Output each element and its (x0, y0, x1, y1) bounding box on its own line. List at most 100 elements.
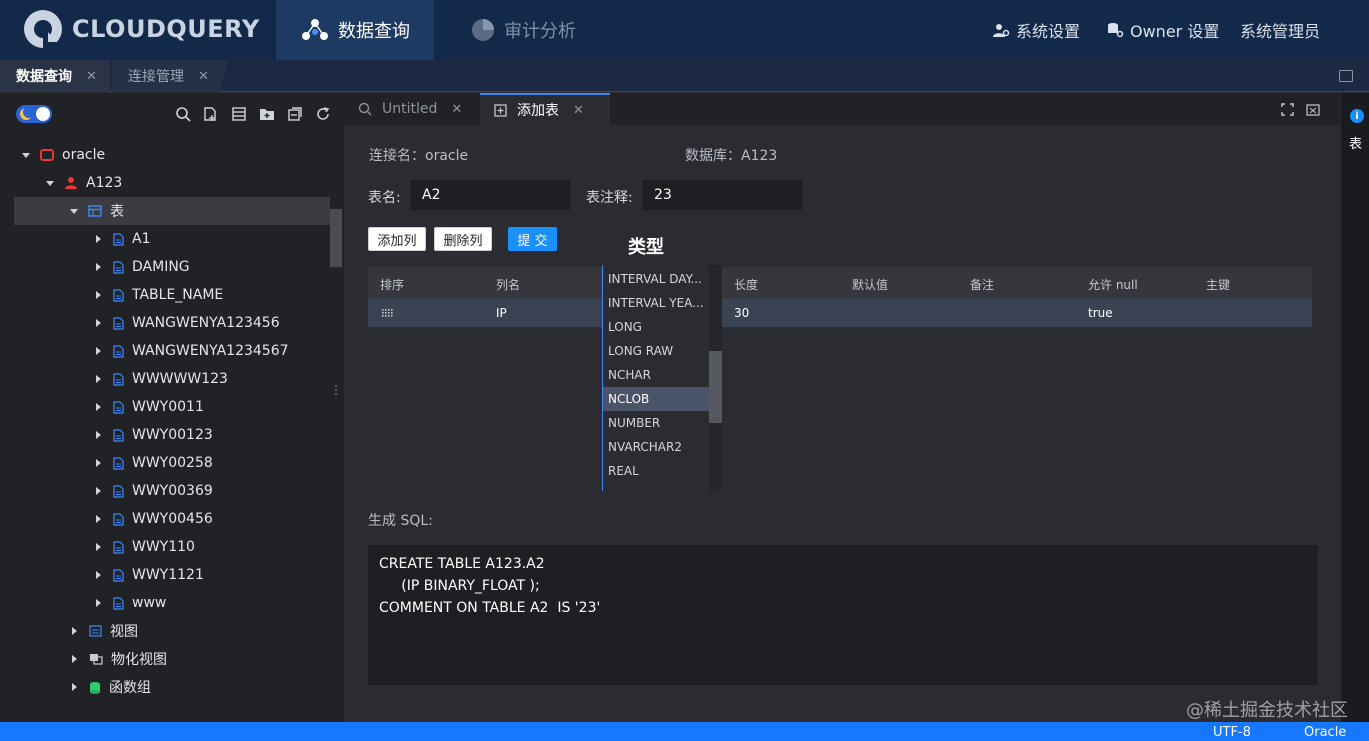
dropdown-option[interactable]: REAL (603, 459, 709, 483)
close-icon[interactable]: ✕ (573, 103, 584, 118)
tree-node-table[interactable]: WWY00258 (14, 449, 330, 477)
type-dropdown[interactable]: INTERVAL DAY... INTERVAL YEA... LONG LON… (602, 265, 722, 491)
header-sort[interactable]: 排序 (380, 276, 404, 293)
tree-node-table[interactable]: WWY00456 (14, 505, 330, 533)
expand-caret-icon[interactable] (96, 571, 101, 579)
nav-audit-analysis[interactable]: 审计分析 (458, 0, 588, 60)
dropdown-option[interactable]: INTERVAL DAY... (603, 267, 709, 291)
tree-node-table[interactable]: WWY00123 (14, 421, 330, 449)
encoding-status[interactable]: UTF-8 (1213, 725, 1251, 740)
tree-node-connection[interactable]: oracle (14, 141, 330, 169)
app-tab-connection-management[interactable]: 连接管理 ✕ (112, 60, 228, 92)
editor-tab-untitled[interactable]: Untitled ✕ (344, 93, 480, 125)
add-column-button[interactable]: 添加列 (368, 227, 426, 251)
expand-caret-icon[interactable] (46, 180, 54, 186)
dropdown-option[interactable]: NVARCHAR2 (603, 435, 709, 459)
expand-caret-icon[interactable] (96, 543, 101, 551)
new-query-icon[interactable] (202, 106, 218, 122)
dropdown-option[interactable]: INTERVAL YEA... (603, 291, 709, 315)
dropdown-option[interactable]: LONG RAW (603, 339, 709, 363)
tree-node-table[interactable]: DAMING (14, 253, 330, 281)
logo-mark-icon (24, 10, 62, 48)
tree-node-table[interactable]: WWY00369 (14, 477, 330, 505)
header-column-name[interactable]: 列名 (496, 276, 520, 293)
expand-caret-icon[interactable] (96, 487, 101, 495)
drag-handle-icon[interactable] (382, 309, 394, 317)
theme-toggle[interactable] (16, 105, 52, 123)
tree-node-function-groups[interactable]: 函数组 (14, 673, 330, 701)
expand-caret-icon[interactable] (96, 263, 101, 271)
header-length[interactable]: 长度 (734, 276, 758, 293)
tree-node-views[interactable]: 视图 (14, 617, 330, 645)
close-icon[interactable]: ✕ (451, 102, 462, 117)
tree-node-table[interactable]: A1 (14, 225, 330, 253)
expand-caret-icon[interactable] (70, 208, 78, 214)
nav-data-query[interactable]: 数据查询 (276, 0, 434, 60)
owner-settings-link[interactable]: Owner 设置 (1106, 0, 1219, 60)
tree-node-schema[interactable]: A123 (14, 169, 330, 197)
delete-column-button[interactable]: 删除列 (434, 227, 492, 251)
tree-node-table[interactable]: WANGWENYA1234567 (14, 337, 330, 365)
db-type-status[interactable]: Oracle (1304, 725, 1346, 740)
submit-button[interactable]: 提 交 (508, 227, 557, 251)
info-icon[interactable]: i (1350, 109, 1364, 123)
header-nullable[interactable]: 允许 null (1088, 276, 1138, 293)
sidebar-scrollbar[interactable] (330, 209, 342, 267)
dropdown-option[interactable]: LONG (603, 315, 709, 339)
tree-node-table[interactable]: TABLE_NAME (14, 281, 330, 309)
expand-caret-icon[interactable] (72, 683, 77, 691)
expand-caret-icon[interactable] (96, 403, 101, 411)
close-icon[interactable]: ✕ (86, 69, 97, 84)
fullscreen-icon[interactable] (1281, 103, 1294, 116)
collapse-all-icon[interactable] (287, 106, 303, 122)
tree-node-materialized-views[interactable]: 物化视图 (14, 645, 330, 673)
tree-node-table[interactable]: WWY0011 (14, 393, 330, 421)
system-admin-menu[interactable]: 系统管理员 (1240, 0, 1320, 60)
close-panel-icon[interactable] (1306, 103, 1320, 116)
header-default[interactable]: 默认值 (852, 276, 888, 293)
expand-caret-icon[interactable] (96, 291, 101, 299)
expand-caret-icon[interactable] (96, 375, 101, 383)
expand-caret-icon[interactable] (72, 627, 77, 635)
tree-node-tables[interactable]: 表 (14, 197, 330, 225)
tree-node-table[interactable]: WWWWW123 (14, 365, 330, 393)
tree-node-table[interactable]: WWY1121 (14, 561, 330, 589)
system-settings-link[interactable]: 系统设置 (992, 0, 1080, 60)
expand-caret-icon[interactable] (96, 431, 101, 439)
table-comment-input[interactable]: 23 (642, 180, 802, 210)
generated-sql-textarea[interactable]: CREATE TABLE A123.A2 (IP BINARY_FLOAT );… (368, 545, 1318, 685)
expand-caret-icon[interactable] (96, 515, 101, 523)
dropdown-option[interactable]: NCHAR (603, 363, 709, 387)
table-row[interactable]: IP 30 true (368, 299, 1312, 327)
expand-caret-icon[interactable] (22, 152, 30, 158)
app-tab-data-query[interactable]: 数据查询 ✕ (0, 60, 110, 92)
dropdown-option-highlighted[interactable]: NCLOB (603, 387, 709, 411)
dropdown-option[interactable]: NUMBER (603, 411, 709, 435)
logo[interactable]: CLOUDQUERY (22, 8, 260, 50)
right-rail-label[interactable]: 表 (1349, 133, 1362, 152)
expand-caret-icon[interactable] (96, 235, 101, 243)
expand-caret-icon[interactable] (96, 347, 101, 355)
refresh-icon[interactable] (315, 106, 331, 122)
tree-node-table[interactable]: www (14, 589, 330, 617)
close-icon[interactable]: ✕ (198, 69, 209, 84)
cell-nullable[interactable]: true (1088, 306, 1113, 320)
table-name-input[interactable]: A2 (410, 180, 570, 210)
expand-caret-icon[interactable] (96, 459, 101, 467)
editor-tab-add-table[interactable]: 添加表 ✕ (480, 93, 610, 125)
header-primary-key[interactable]: 主键 (1206, 276, 1230, 293)
cell-length[interactable]: 30 (734, 306, 749, 320)
oracle-icon (40, 149, 54, 161)
expand-caret-icon[interactable] (96, 599, 101, 607)
tree-node-table[interactable]: WWY110 (14, 533, 330, 561)
cell-column-name[interactable]: IP (496, 306, 507, 320)
search-icon[interactable] (175, 106, 191, 122)
add-folder-icon[interactable] (259, 106, 275, 122)
expand-caret-icon[interactable] (72, 655, 77, 663)
header-comment[interactable]: 备注 (970, 276, 994, 293)
expand-caret-icon[interactable] (96, 319, 101, 327)
close-all-tabs-icon[interactable] (1339, 70, 1353, 82)
tree-node-table[interactable]: WANGWENYA123456 (14, 309, 330, 337)
table-icon[interactable] (231, 106, 247, 122)
dropdown-scrollbar-thumb[interactable] (709, 351, 722, 423)
